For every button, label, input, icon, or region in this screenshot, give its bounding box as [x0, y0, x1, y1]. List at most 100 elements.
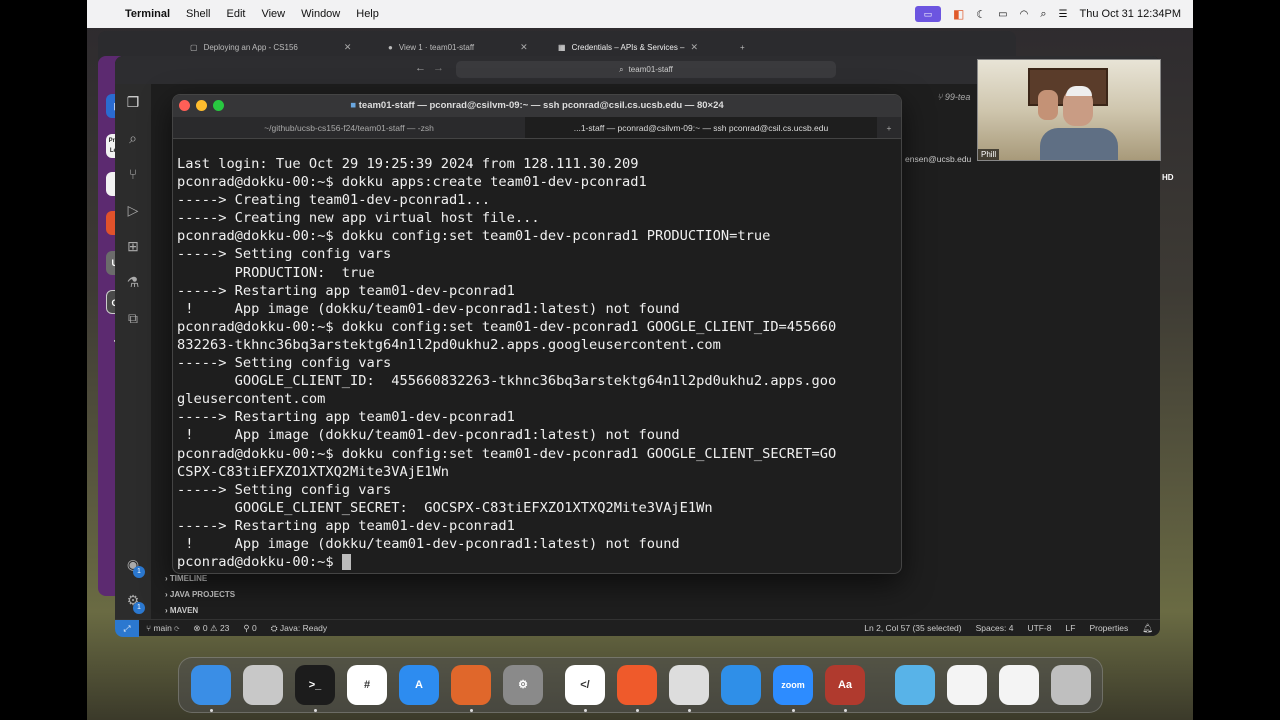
branch-status[interactable]: ⑂ main ⟳: [139, 623, 186, 633]
terminal-icon[interactable]: >_: [295, 665, 335, 705]
menu-help[interactable]: Help: [348, 8, 387, 20]
running-indicator: [844, 709, 847, 712]
problems-status[interactable]: ⊗ 0 ⚠ 23: [186, 623, 236, 634]
remote-indicator-icon[interactable]: ⤢: [115, 619, 139, 637]
source-control-icon[interactable]: ⑂: [123, 164, 143, 184]
tab-icon: ▢: [190, 42, 198, 52]
new-tab-button[interactable]: +: [877, 117, 901, 138]
menu-view[interactable]: View: [253, 8, 293, 20]
search-icon: ⌕: [619, 64, 624, 74]
menu-window[interactable]: Window: [293, 8, 348, 20]
letterbox-left: [0, 0, 87, 720]
terminal-line: -----> Setting config vars: [177, 481, 392, 498]
presenter-hair: [1066, 86, 1092, 96]
wifi-icon[interactable]: ◠: [1020, 9, 1029, 20]
letterbox-right: [1193, 0, 1280, 720]
tab-icon: ⑂: [937, 92, 945, 102]
running-indicator: [636, 709, 639, 712]
encoding-status[interactable]: UTF-8: [1020, 623, 1058, 634]
system-settings-icon[interactable]: ⚙: [503, 665, 543, 705]
folder-icon[interactable]: [895, 665, 935, 705]
section-java-projects[interactable]: › JAVA PROJECTS: [165, 587, 325, 603]
terminal-tabs: ~/github/ucsb-cs156-f24/team01-staff — -…: [173, 117, 901, 139]
app-store-icon[interactable]: A: [399, 665, 439, 705]
command-center-search[interactable]: ⌕ team01-staff: [456, 61, 836, 78]
close-icon[interactable]: ✕: [520, 42, 528, 53]
close-icon[interactable]: ✕: [691, 42, 699, 53]
presenter-hand: [1038, 90, 1058, 120]
search-icon[interactable]: ⌕: [123, 128, 143, 148]
teleport-icon[interactable]: [617, 665, 657, 705]
run-debug-icon[interactable]: ▷: [123, 200, 143, 220]
terminal-output[interactable]: Last login: Tue Oct 29 19:25:39 2024 fro…: [173, 155, 901, 571]
terminal-prompt-line[interactable]: pconrad@dokku-00:~$: [177, 553, 897, 571]
running-indicator: [470, 709, 473, 712]
screen-share-icon[interactable]: ▭: [914, 6, 941, 22]
terminal-title: team01-staff — pconrad@csilvm-09:~ — ssh…: [358, 100, 724, 111]
terminal-tab-active[interactable]: ...1-staff — pconrad@csilvm-09:~ — ssh p…: [525, 117, 877, 138]
menu-app-name[interactable]: Terminal: [117, 8, 178, 20]
terminal-line: -----> Restarting app team01-dev-pconrad…: [177, 282, 515, 299]
slack-icon[interactable]: #: [347, 665, 387, 705]
trash-icon[interactable]: [1051, 665, 1091, 705]
document2-icon[interactable]: [999, 665, 1039, 705]
editor-tab-fragment[interactable]: ⑂ 99-tea: [937, 92, 970, 102]
recording-icon[interactable]: ◧: [953, 7, 964, 21]
control-center-icon[interactable]: ☰: [1059, 9, 1068, 20]
terminal-tab[interactable]: ~/github/ucsb-cs156-f24/team01-staff — -…: [173, 117, 525, 138]
hd-badge: HD: [1162, 173, 1174, 182]
testing-icon[interactable]: ⚗: [123, 272, 143, 292]
clock[interactable]: Thu Oct 31 12:34PM: [1080, 8, 1182, 20]
cursor-position[interactable]: Ln 2, Col 57 (35 selected): [857, 623, 968, 634]
launchpad-icon[interactable]: [243, 665, 283, 705]
badge: 1: [133, 602, 145, 614]
terminal-line: ! App image (dokku/team01-dev-pconrad1:l…: [177, 427, 680, 444]
preview-icon[interactable]: [669, 665, 709, 705]
terminal-line: pconrad@dokku-00:~$ dokku config:set tea…: [177, 318, 837, 335]
ports-status[interactable]: ⚲ 0: [236, 623, 263, 634]
document-icon[interactable]: [947, 665, 987, 705]
minimize-button[interactable]: [196, 100, 207, 111]
search-icon[interactable]: ⌕: [1040, 8, 1046, 21]
menu-shell[interactable]: Shell: [178, 8, 218, 20]
safari-icon[interactable]: [721, 665, 761, 705]
notifications-icon[interactable]: 🔔︎: [1135, 623, 1160, 634]
folder-icon: ■: [350, 100, 359, 111]
close-icon[interactable]: ✕: [344, 42, 352, 53]
vscode-icon[interactable]: </: [565, 665, 605, 705]
terminal-prompt: pconrad@dokku-00:~$: [177, 554, 342, 571]
tab-label: View 1 · team01-staff: [398, 42, 475, 52]
terminal-line: -----> Setting config vars: [177, 355, 392, 372]
forward-icon[interactable]: →: [433, 62, 444, 74]
finder-icon[interactable]: [191, 665, 231, 705]
dictionary-icon[interactable]: Aa: [825, 665, 865, 705]
new-tab-button[interactable]: +: [740, 37, 745, 57]
menu-edit[interactable]: Edit: [219, 8, 254, 20]
eol-status[interactable]: LF: [1059, 623, 1083, 634]
terminal-line: 832263-tkhnc36bq3arstektg64n1l2pd0ukhu2.…: [177, 336, 721, 353]
section-maven[interactable]: › MAVEN: [165, 603, 325, 619]
moon-icon[interactable]: ☾: [976, 8, 986, 21]
close-button[interactable]: [179, 100, 190, 111]
language-status[interactable]: Properties: [1082, 623, 1135, 634]
remote-explorer-icon[interactable]: ⧉: [123, 308, 143, 328]
explorer-icon[interactable]: ❐: [123, 92, 143, 112]
activity-bar: ❐ ⌕ ⑂ ▷ ⊞ ⚗ ⧉ ◉ 1 ⚙ 1: [115, 84, 151, 619]
github-icon: ●: [388, 42, 393, 52]
indent-status[interactable]: Spaces: 4: [969, 623, 1021, 634]
zoom-button[interactable]: [213, 100, 224, 111]
extensions-icon[interactable]: ⊞: [123, 236, 143, 256]
battery-icon[interactable]: ▭: [998, 9, 1007, 20]
firefox-icon[interactable]: [451, 665, 491, 705]
presenter-body: [1040, 128, 1118, 160]
browser-tab[interactable]: ● View 1 · team01-staff ✕: [388, 37, 528, 57]
menu-bar: Terminal Shell Edit View Window Help ▭ ◧…: [87, 0, 1193, 28]
back-icon[interactable]: ←: [415, 62, 426, 74]
browser-tab[interactable]: ▦ Credentials – APIs & Services – ✕: [558, 37, 698, 57]
java-status[interactable]: ⛭ Java: Ready: [264, 623, 334, 634]
browser-tab[interactable]: ▢ Deploying an App - CS156 ✕: [190, 37, 351, 57]
zoom-icon[interactable]: zoom: [773, 665, 813, 705]
terminal-line: pconrad@dokku-00:~$ dokku config:set tea…: [177, 228, 771, 245]
terminal-line: Last login: Tue Oct 29 19:25:39 2024 fro…: [177, 156, 639, 172]
tab-label: Deploying an App - CS156: [203, 42, 298, 52]
